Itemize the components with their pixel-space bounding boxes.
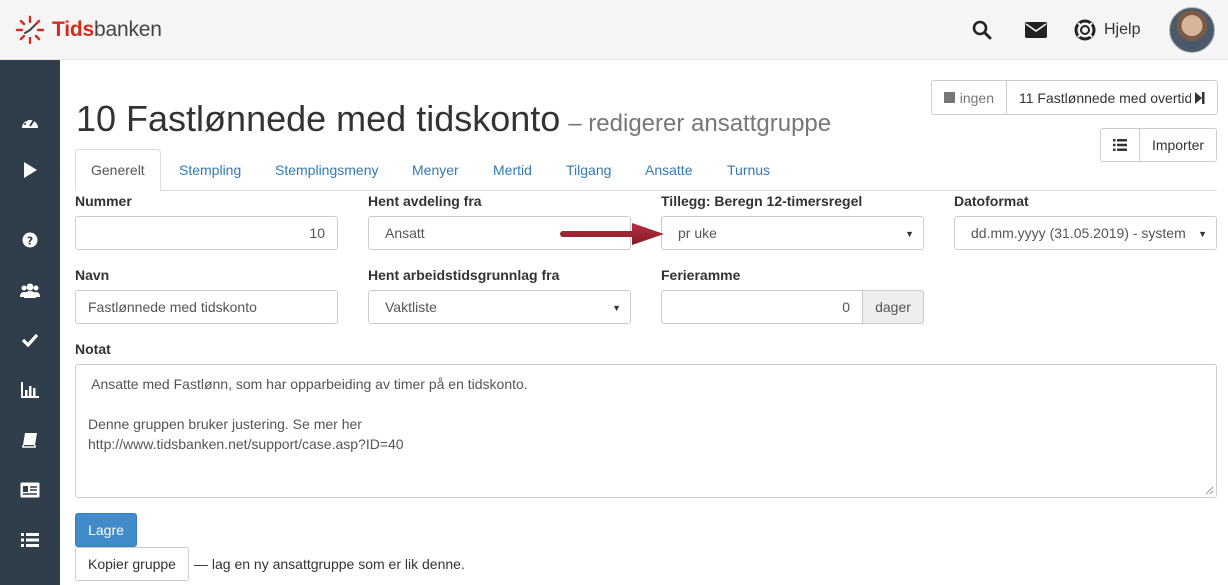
copy-group-button[interactable]: Kopier gruppe bbox=[75, 547, 189, 581]
nummer-label: Nummer bbox=[75, 193, 132, 209]
logo-brand: Tids bbox=[52, 18, 94, 41]
dashboard-icon bbox=[22, 118, 38, 128]
arbeidstid-select[interactable]: Vaktliste ▼ bbox=[368, 290, 631, 324]
ferieramme-label: Ferieramme bbox=[661, 267, 741, 283]
arbeidstid-value: Vaktliste bbox=[385, 299, 437, 315]
avdeling-label: Hent avdeling fra bbox=[368, 193, 482, 209]
avdeling-value: Ansatt bbox=[385, 225, 425, 241]
navn-input[interactable]: Fastlønnede med tidskonto bbox=[75, 290, 338, 324]
navn-value: Fastlønnede med tidskonto bbox=[88, 299, 257, 315]
caret-down-icon: ▼ bbox=[612, 303, 621, 313]
caret-down-icon: ▼ bbox=[905, 229, 914, 239]
sidebar-item-list[interactable] bbox=[18, 528, 42, 552]
tab-mertid[interactable]: Mertid bbox=[493, 149, 532, 191]
save-button[interactable]: Lagre bbox=[75, 513, 137, 547]
sidebar-item-reports[interactable] bbox=[18, 378, 42, 402]
logo[interactable]: Tidsbanken bbox=[14, 14, 162, 46]
tillegg-label: Tillegg: Beregn 12-timersregel bbox=[661, 193, 863, 209]
prev-group-label: ingen bbox=[959, 89, 994, 106]
logo-rest: banken bbox=[94, 18, 162, 41]
question-icon: ? bbox=[22, 232, 38, 248]
tillegg-select[interactable]: pr uke ▼ bbox=[661, 216, 924, 250]
logo-text: Tidsbanken bbox=[52, 18, 162, 42]
messages-button[interactable] bbox=[1025, 0, 1047, 60]
sidebar-item-dashboard[interactable] bbox=[18, 110, 42, 134]
tab-stempling[interactable]: Stempling bbox=[179, 149, 241, 191]
bar-chart-icon bbox=[21, 382, 39, 398]
top-bar: Tidsbanken Hjelp bbox=[0, 0, 1228, 60]
list-icon bbox=[21, 533, 39, 547]
book-icon bbox=[22, 433, 37, 448]
ferieramme-value: 0 bbox=[842, 299, 850, 315]
notat-textarea[interactable]: Ansatte med Fastlønn, som har opparbeidi… bbox=[75, 364, 1217, 498]
tab-turnus[interactable]: Turnus bbox=[727, 149, 770, 191]
logo-icon bbox=[15, 15, 45, 45]
step-forward-icon bbox=[1195, 91, 1205, 104]
group-navigation: ingen 11 Fastlønnede med overtid bbox=[931, 80, 1218, 115]
search-button[interactable] bbox=[972, 0, 992, 60]
sidebar-item-users[interactable] bbox=[18, 278, 42, 302]
prev-group-button[interactable]: ingen bbox=[931, 80, 1007, 115]
next-group-label: 11 Fastlønnede med overtid bbox=[1019, 89, 1191, 106]
tab-tilgang[interactable]: Tilgang bbox=[566, 149, 611, 191]
search-icon bbox=[972, 20, 992, 40]
help-label: Hjelp bbox=[1104, 21, 1141, 38]
notat-line: Ansatte med Fastlønn, som har opparbeidi… bbox=[88, 376, 528, 392]
datoformat-value: dd.mm.yyyy (31.05.2019) - system bbox=[971, 225, 1186, 241]
page-title-main: 10 Fastlønnede med tidskonto bbox=[76, 98, 561, 139]
check-icon bbox=[22, 333, 38, 347]
sidebar: ? bbox=[0, 60, 60, 585]
sidebar-item-approve[interactable] bbox=[18, 328, 42, 352]
next-group-button[interactable]: 11 Fastlønnede med overtid bbox=[1007, 80, 1218, 115]
users-icon bbox=[20, 283, 40, 298]
notat-line bbox=[88, 394, 1204, 414]
avatar[interactable] bbox=[1169, 7, 1215, 53]
sidebar-item-play[interactable] bbox=[18, 158, 42, 182]
sidebar-item-employees[interactable] bbox=[18, 478, 42, 502]
tab-stemplingsmeny[interactable]: Stemplingsmeny bbox=[275, 149, 379, 191]
notat-line: http://www.tidsbanken.net/support/case.a… bbox=[88, 436, 404, 452]
envelope-icon bbox=[1025, 22, 1047, 38]
svg-text:?: ? bbox=[27, 235, 33, 248]
id-card-icon bbox=[20, 482, 40, 498]
play-icon bbox=[24, 162, 37, 178]
resize-handle-icon[interactable] bbox=[1204, 485, 1214, 495]
navn-label: Navn bbox=[75, 267, 110, 283]
tillegg-value: pr uke bbox=[678, 225, 717, 241]
ferieramme-input[interactable]: 0 bbox=[661, 290, 863, 324]
arbeidstid-label: Hent arbeidstidsgrunnlag fra bbox=[368, 267, 560, 283]
sidebar-item-book[interactable] bbox=[18, 428, 42, 452]
datoformat-select[interactable]: dd.mm.yyyy (31.05.2019) - system ▼ bbox=[954, 216, 1217, 250]
notat-line: Denne gruppen bruker justering. Se mer h… bbox=[88, 416, 362, 432]
annotation-arrow bbox=[560, 223, 664, 245]
datoformat-label: Datoformat bbox=[954, 193, 1029, 209]
stop-icon bbox=[944, 92, 955, 103]
sidebar-item-help[interactable]: ? bbox=[18, 228, 42, 252]
tab-menyer[interactable]: Menyer bbox=[412, 149, 459, 191]
tab-bar: Generelt Stempling Stemplingsmeny Menyer… bbox=[75, 149, 1217, 191]
copy-group-note: — lag en ny ansattgruppe som er lik denn… bbox=[194, 556, 465, 572]
tab-ansatte[interactable]: Ansatte bbox=[645, 149, 692, 191]
lifebuoy-icon bbox=[1074, 19, 1096, 41]
nummer-value: 10 bbox=[309, 225, 325, 241]
nummer-input[interactable]: 10 bbox=[75, 216, 338, 250]
page-title-sub: – redigerer ansattgruppe bbox=[568, 110, 832, 137]
caret-down-icon: ▼ bbox=[1198, 229, 1207, 239]
notat-label: Notat bbox=[75, 341, 111, 357]
help-button[interactable]: Hjelp bbox=[1074, 0, 1140, 60]
tab-generelt[interactable]: Generelt bbox=[75, 149, 161, 191]
ferieramme-unit: dager bbox=[863, 290, 924, 324]
copy-group-label: Kopier gruppe bbox=[88, 556, 176, 572]
page-title: 10 Fastlønnede med tidskonto – redigerer … bbox=[76, 98, 831, 140]
